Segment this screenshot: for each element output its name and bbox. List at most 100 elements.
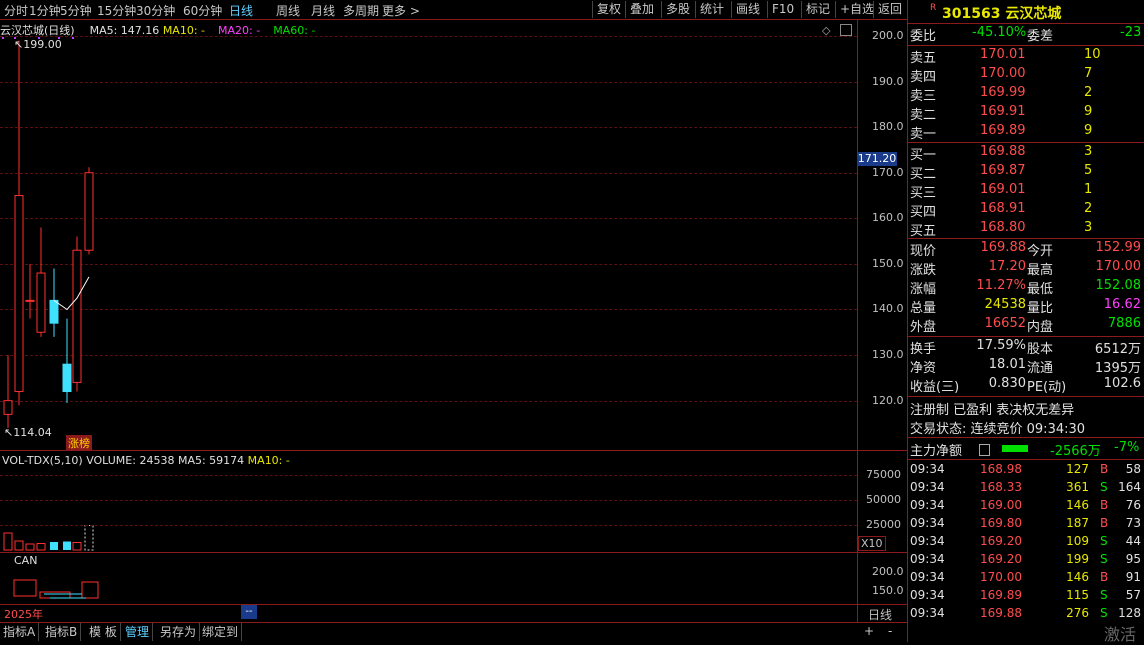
year-label: 2025年 — [4, 608, 43, 621]
sell-row[interactable]: 卖五 170.01 10 — [910, 47, 1143, 66]
sell-row[interactable]: 卖四 170.00 7 — [910, 66, 1143, 85]
period-3[interactable]: 15分钟 — [97, 2, 136, 19]
volume-bar — [14, 540, 24, 551]
y-tick: 120.0 — [872, 393, 904, 407]
quote-row: 外盘 16652 内盘 7886 — [910, 316, 1143, 335]
sell-row[interactable]: 卖二 169.91 9 — [910, 104, 1143, 123]
y-tick: 180.0 — [872, 120, 904, 134]
bottom-tab-1[interactable]: 指标B — [42, 623, 82, 641]
bottom-tab-2[interactable]: 模 板 — [86, 623, 121, 641]
quote-label: 内盘 — [1027, 320, 1054, 335]
period-4[interactable]: 30分钟 — [136, 2, 175, 19]
low-price-value: 114.04 — [13, 426, 52, 439]
sell-volume: 10 — [1084, 47, 1101, 62]
buy-row[interactable]: 买三 169.01 1 — [910, 182, 1143, 201]
divider — [908, 459, 1144, 460]
buy-price: 169.88 — [980, 144, 1026, 159]
period-9[interactable]: 多周期 — [343, 2, 379, 19]
list-icon[interactable] — [979, 444, 990, 456]
tick-volume: 199 — [1066, 552, 1089, 566]
tick-row: 09:34 169.00 146 B 76 — [910, 498, 1143, 517]
tick-side: B — [1100, 516, 1109, 530]
tick-time: 09:34 — [910, 552, 945, 566]
toolbar-button-5[interactable]: F10 — [767, 1, 798, 18]
buy-volume: 3 — [1084, 144, 1093, 159]
volume-unit: X10 — [858, 536, 886, 551]
toolbar-button-8[interactable]: 返回 — [873, 1, 906, 18]
toolbar-button-7[interactable]: +自选 — [835, 1, 878, 18]
buy-row[interactable]: 买四 168.91 2 — [910, 201, 1143, 220]
quote-row: 涨跌 17.20 最高 170.00 — [910, 259, 1143, 278]
finance-label: 股本 — [1027, 342, 1054, 357]
quote-label: 涨幅 — [910, 282, 937, 297]
divider — [908, 23, 1144, 24]
tick-side: B — [1100, 462, 1109, 476]
buy-volume: 3 — [1084, 220, 1093, 235]
period-2[interactable]: 5分钟 — [60, 2, 92, 19]
candlestick-chart — [2, 37, 99, 599]
period-1[interactable]: 1分钟 — [29, 2, 61, 19]
divider — [908, 437, 1144, 438]
can-legend: CAN — [14, 554, 38, 567]
volume-bar — [84, 524, 94, 551]
period-8[interactable]: 月线 — [311, 2, 335, 19]
period-6[interactable]: 日线 — [229, 2, 253, 19]
sell-row[interactable]: 卖一 169.89 9 — [910, 123, 1143, 142]
limit-up-badge: 涨榜 — [66, 435, 92, 451]
tick-time: 09:34 — [910, 588, 945, 602]
tick-price: 168.98 — [980, 462, 1022, 476]
bottom-tab-0[interactable]: 指标A — [0, 623, 40, 641]
period-5[interactable]: 60分钟 — [183, 2, 222, 19]
finance-label: 净资 — [910, 361, 937, 376]
toolbar-button-6[interactable]: 标记 — [801, 1, 834, 18]
zoom-out-button[interactable]: - — [888, 624, 892, 638]
candle-body — [25, 299, 35, 302]
chart-area[interactable]: 云汉芯城(日线) MA5: 147.16 MA10: - MA20: - MA6… — [0, 20, 907, 622]
divider — [908, 142, 1144, 143]
bottom-tab-5[interactable]: 绑定到 — [199, 623, 243, 641]
main-flow-row: 主力净额 -2566万 -7% — [910, 440, 1143, 459]
tick-time: 09:34 — [910, 570, 945, 584]
watermark: 激活 — [1104, 625, 1137, 644]
toolbar-button-2[interactable]: 多股 — [661, 1, 694, 18]
tick-side: B — [1100, 570, 1109, 584]
weicha-value: -23 — [1120, 25, 1142, 40]
period-10[interactable]: 更多 > — [382, 2, 420, 19]
y-tick: 170.0 — [872, 165, 904, 179]
tick-volume: 187 — [1066, 516, 1089, 530]
buy-row[interactable]: 买一 169.88 3 — [910, 144, 1143, 163]
sell-row[interactable]: 卖三 169.99 2 — [910, 85, 1143, 104]
toolbar-button-1[interactable]: 叠加 — [625, 1, 658, 18]
buy-price: 169.87 — [980, 163, 1026, 178]
toolbar-button-0[interactable]: 复权 — [592, 1, 625, 18]
divider — [908, 45, 1144, 46]
sell-volume: 7 — [1084, 66, 1093, 81]
period-0[interactable]: 分时 — [4, 2, 28, 19]
buy-row[interactable]: 买二 169.87 5 — [910, 163, 1143, 182]
zoom-in-button[interactable]: + — [864, 624, 874, 638]
quote-value: 7886 — [1107, 316, 1141, 331]
bottom-tab-3[interactable]: 管理 — [122, 623, 154, 641]
volume-ma5: MA5: 59174 — [177, 454, 245, 467]
stock-header: 301563 云汉芯城 — [942, 3, 1061, 23]
bottom-tab-4[interactable]: 另存为 — [157, 623, 201, 641]
quote-value: 24538 — [984, 297, 1026, 312]
main-flow-value: -2566万 — [1050, 444, 1101, 459]
candle-body — [62, 363, 72, 393]
toolbar-button-4[interactable]: 画线 — [731, 1, 764, 18]
finance-row: 净资 18.01 流通 1395万 — [910, 357, 1143, 376]
tick-volume: 115 — [1066, 588, 1089, 602]
quote-label: 量比 — [1027, 301, 1054, 316]
tick-price: 169.89 — [980, 588, 1022, 602]
quote-value: 17.20 — [988, 259, 1026, 274]
period-label[interactable]: 日线 — [868, 606, 892, 623]
finance-value: 17.59% — [976, 338, 1026, 353]
tick-count: 44 — [1125, 534, 1141, 548]
candle-body — [84, 172, 94, 251]
tick-side: S — [1100, 480, 1108, 494]
toolbar-button-3[interactable]: 统计 — [695, 1, 728, 18]
period-7[interactable]: 周线 — [276, 2, 300, 19]
buy-row[interactable]: 买五 168.80 3 — [910, 220, 1143, 239]
tick-volume: 146 — [1066, 570, 1089, 584]
can-bar — [13, 579, 37, 597]
